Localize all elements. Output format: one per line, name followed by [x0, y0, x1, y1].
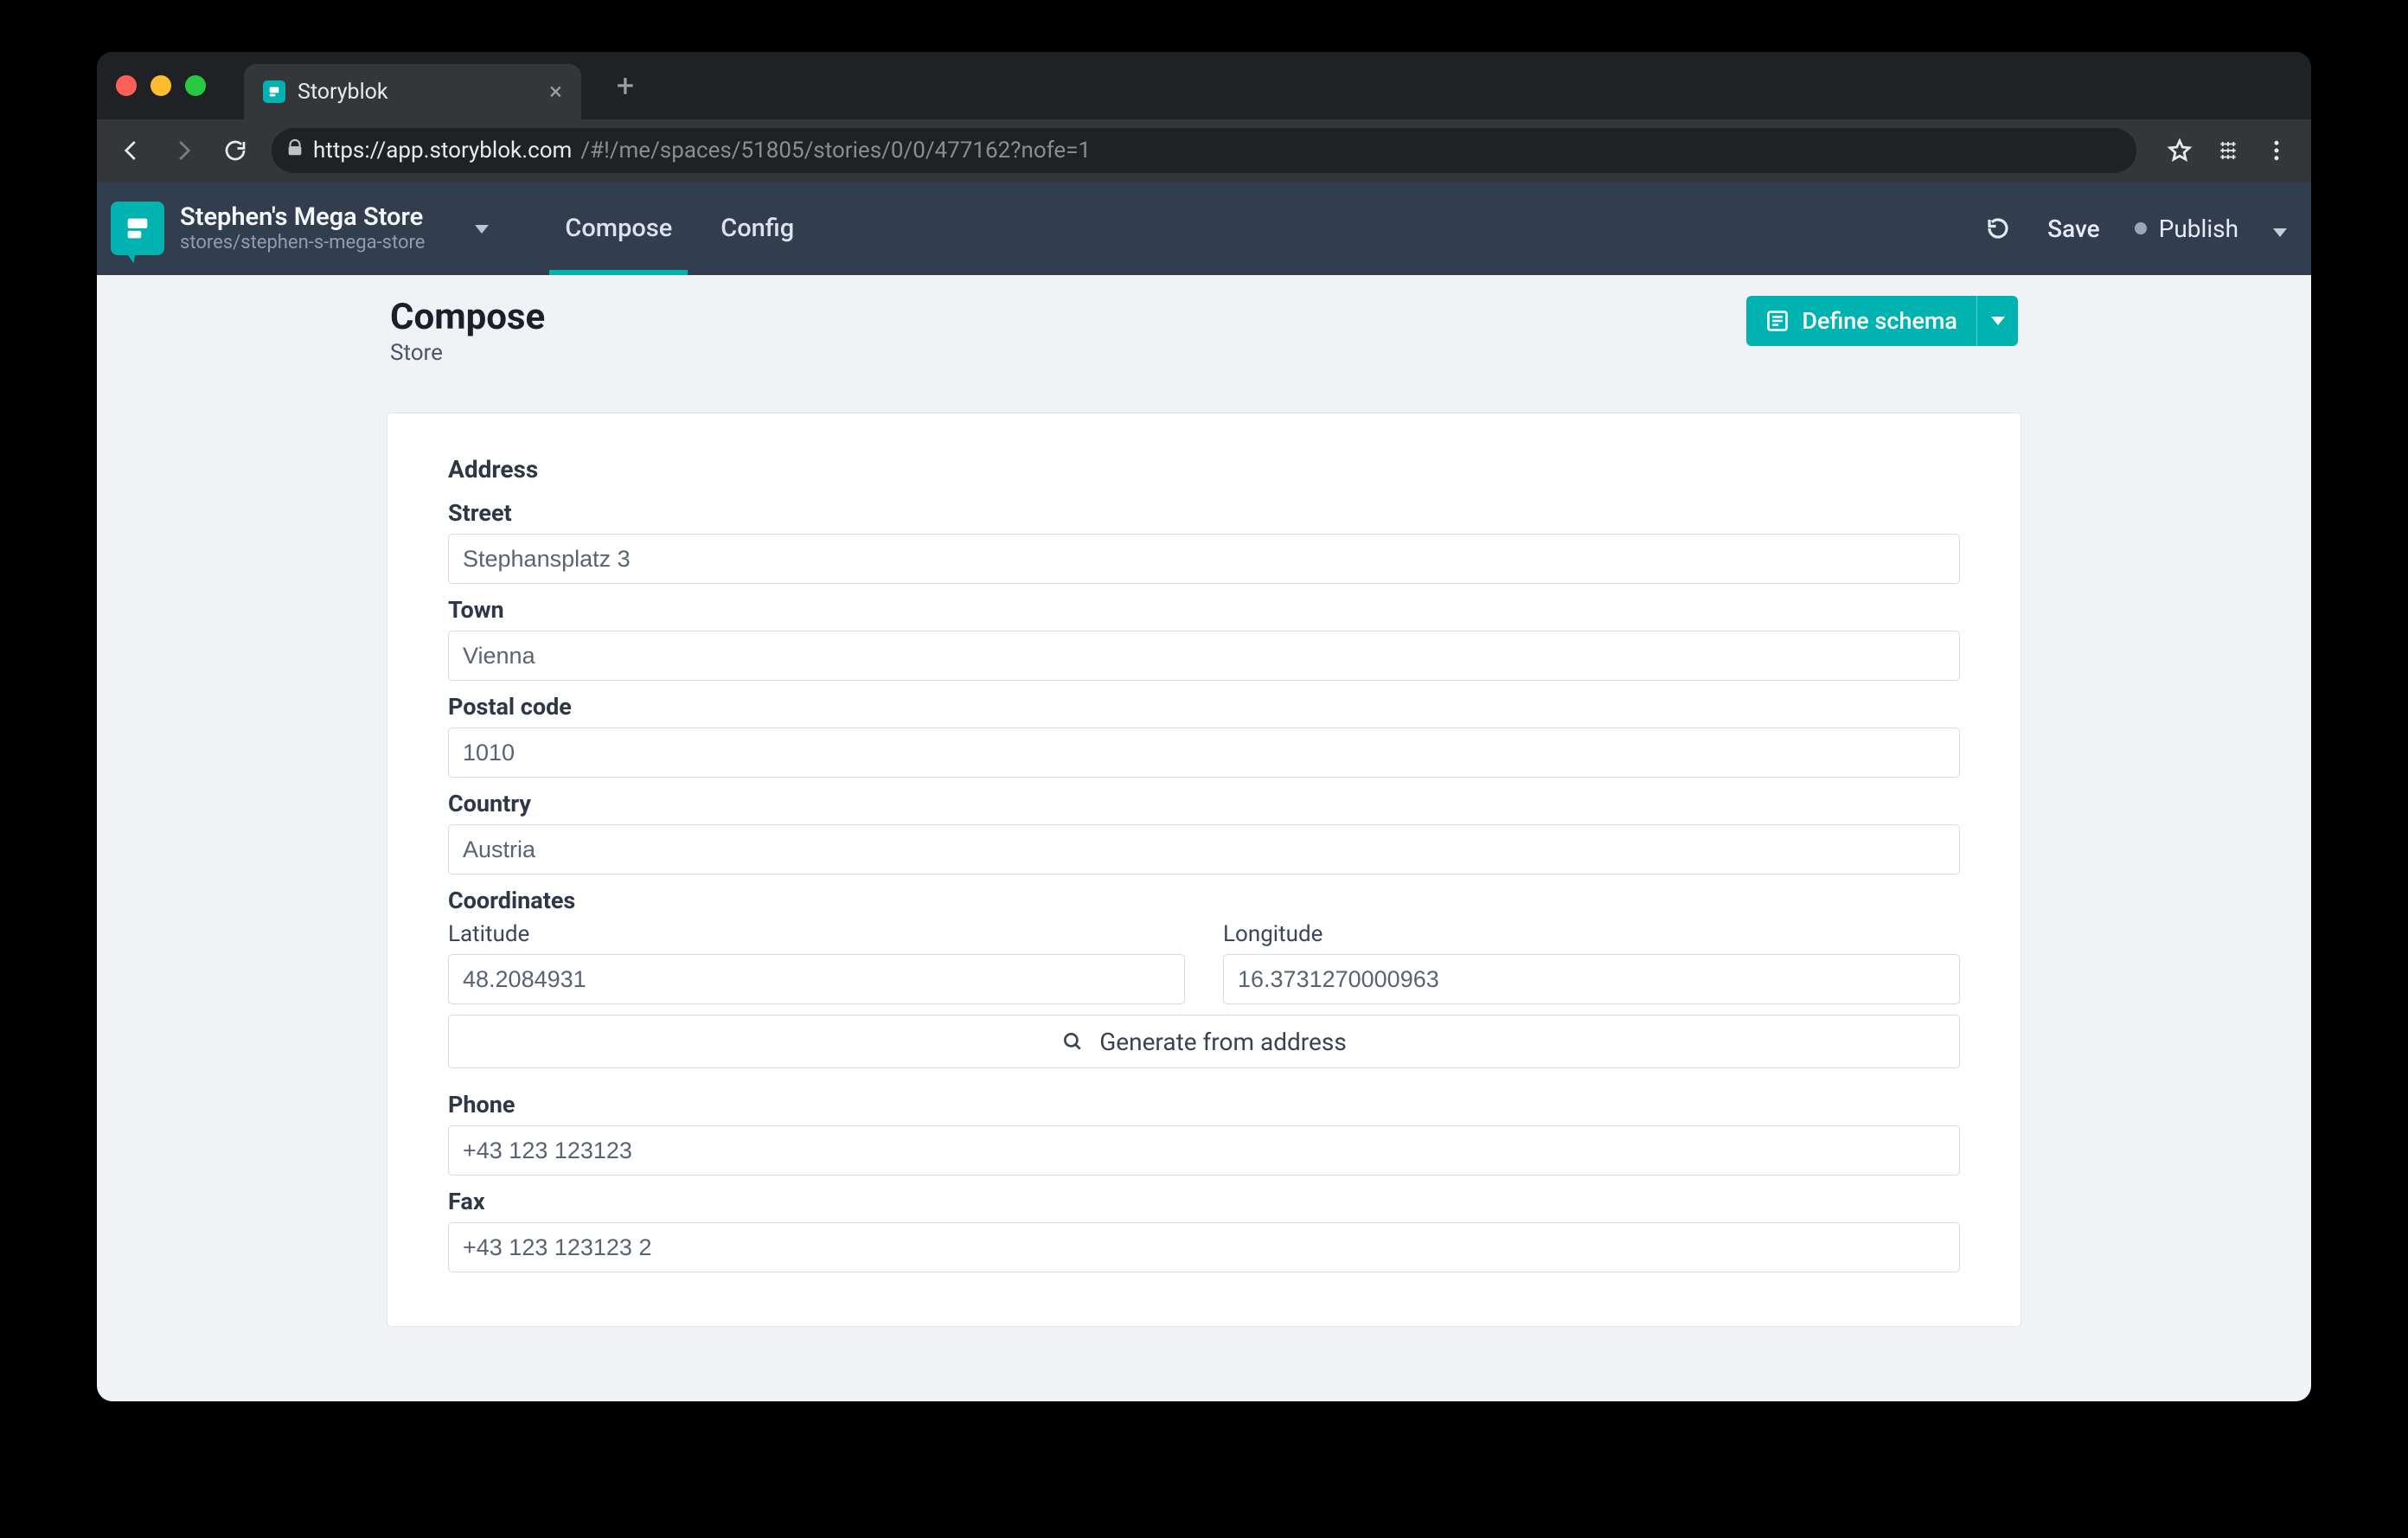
field-street: Street — [448, 499, 1960, 584]
input-longitude[interactable] — [1223, 954, 1960, 1004]
url-path: /#!/me/spaces/51805/stories/0/0/477162?n… — [580, 138, 1091, 163]
label-coordinates: Coordinates — [448, 887, 1960, 914]
generate-label: Generate from address — [1099, 1028, 1347, 1056]
main-tabs: Compose Config — [541, 182, 818, 275]
label-longitude: Longitude — [1223, 921, 1960, 947]
field-town: Town — [448, 596, 1960, 681]
storyblok-favicon-icon — [263, 80, 285, 103]
field-fax: Fax — [448, 1188, 1960, 1272]
window-close-button[interactable] — [116, 75, 137, 96]
window-minimize-button[interactable] — [150, 75, 171, 96]
input-country[interactable] — [448, 824, 1960, 875]
window-controls — [116, 75, 206, 96]
nav-back-button[interactable] — [109, 128, 154, 173]
input-latitude[interactable] — [448, 954, 1185, 1004]
input-phone[interactable] — [448, 1125, 1960, 1176]
space-title: Stephen's Mega Store — [180, 203, 425, 232]
define-schema-button[interactable]: Define schema — [1746, 296, 1976, 346]
define-schema-dropdown[interactable] — [1976, 296, 2018, 346]
input-town[interactable] — [448, 631, 1960, 681]
browser-tab-title: Storyblok — [298, 80, 537, 105]
lock-icon — [285, 138, 304, 163]
publish-button[interactable]: Publish — [2135, 215, 2287, 243]
page-subtitle: Store — [390, 340, 545, 366]
field-coordinates: Coordinates Latitude Longitude G — [448, 887, 1960, 1068]
label-fax: Fax — [448, 1188, 1960, 1215]
search-icon — [1061, 1030, 1084, 1053]
input-street[interactable] — [448, 534, 1960, 584]
tab-config[interactable]: Config — [696, 182, 818, 275]
browser-toolbar: https://app.storyblok.com /#!/me/spaces/5… — [97, 119, 2311, 182]
storyblok-logo-icon — [111, 202, 164, 255]
publish-caret-icon[interactable] — [2273, 215, 2287, 243]
tab-close-icon[interactable]: × — [549, 80, 562, 104]
input-fax[interactable] — [448, 1222, 1960, 1272]
label-postal-code: Postal code — [448, 693, 1960, 721]
space-slug: stores/stephen-s-mega-store — [180, 232, 425, 253]
browser-window: Storyblok × + https://app.storyblok.com /… — [97, 52, 2311, 1401]
schema-icon — [1765, 309, 1790, 333]
label-town: Town — [448, 596, 1960, 624]
browser-tab-active[interactable]: Storyblok × — [244, 64, 581, 119]
header-actions: Save Publish — [1983, 214, 2287, 243]
space-switcher-caret-icon[interactable] — [475, 221, 489, 237]
label-latitude: Latitude — [448, 921, 1185, 947]
browser-right-icons — [2157, 128, 2299, 173]
form-card: Address Street Town Postal code Country — [387, 413, 2021, 1327]
field-country: Country — [448, 790, 1960, 875]
new-tab-button[interactable]: + — [607, 67, 644, 104]
define-schema-label: Define schema — [1802, 307, 1957, 335]
generate-from-address-button[interactable]: Generate from address — [448, 1015, 1960, 1068]
define-schema-group: Define schema — [1746, 296, 2018, 346]
section-address-label: Address — [448, 455, 1960, 484]
label-street: Street — [448, 499, 1960, 527]
label-phone: Phone — [448, 1091, 1960, 1118]
address-bar[interactable]: https://app.storyblok.com /#!/me/spaces/5… — [272, 128, 2136, 173]
kebab-menu-icon[interactable] — [2254, 128, 2299, 173]
page-body[interactable]: Compose Store Define schema Address Stre… — [97, 275, 2311, 1401]
tab-compose[interactable]: Compose — [541, 182, 696, 275]
space-brand[interactable]: Stephen's Mega Store stores/stephen-s-me… — [111, 202, 489, 255]
url-host: https://app.storyblok.com — [313, 138, 572, 163]
publish-status-dot-icon — [2135, 222, 2147, 234]
field-postal-code: Postal code — [448, 693, 1960, 778]
extensions-icon[interactable] — [2206, 128, 2251, 173]
bookmark-star-icon[interactable] — [2157, 128, 2202, 173]
window-zoom-button[interactable] — [185, 75, 206, 96]
field-phone: Phone — [448, 1091, 1960, 1176]
page-title: Compose — [390, 296, 545, 338]
save-button[interactable]: Save — [2047, 215, 2100, 243]
page-header: Compose Store Define schema — [387, 292, 2021, 378]
nav-forward-button[interactable] — [161, 128, 206, 173]
label-country: Country — [448, 790, 1960, 817]
input-postal-code[interactable] — [448, 727, 1960, 778]
browser-titlebar: Storyblok × + — [97, 52, 2311, 119]
publish-label: Publish — [2159, 215, 2238, 243]
nav-reload-button[interactable] — [213, 128, 258, 173]
app-header: Stephen's Mega Store stores/stephen-s-me… — [97, 182, 2311, 275]
revert-icon[interactable] — [1983, 214, 2013, 243]
